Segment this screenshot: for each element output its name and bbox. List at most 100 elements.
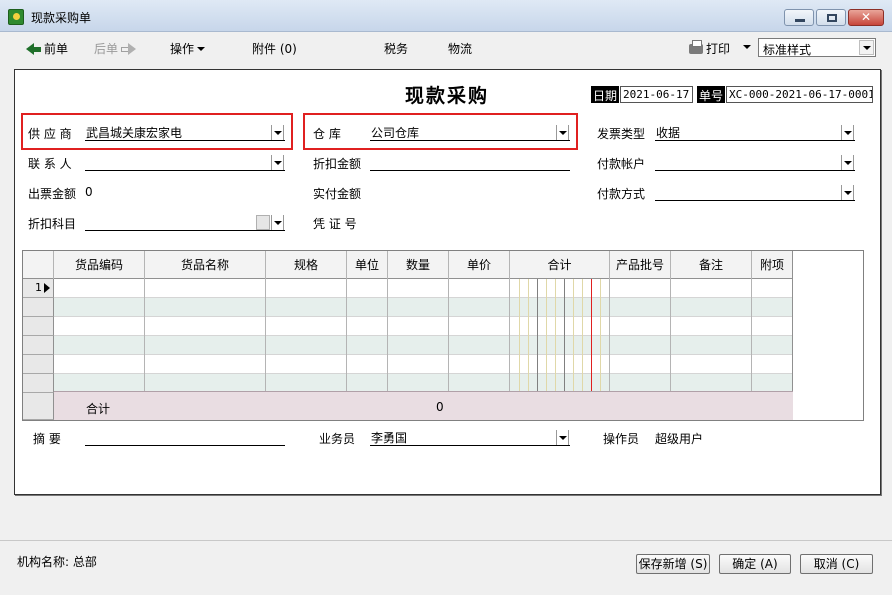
- row-header[interactable]: [23, 374, 54, 393]
- print-label: 打印: [706, 42, 731, 56]
- highlight-supplier: [21, 113, 293, 150]
- highlight-warehouse: [303, 113, 578, 150]
- table-row[interactable]: [54, 355, 793, 374]
- col-header[interactable]: 产品批号: [610, 251, 671, 279]
- col-header[interactable]: 备注: [671, 251, 752, 279]
- chevron-down-icon[interactable]: [271, 215, 284, 230]
- chevron-down-icon[interactable]: [556, 430, 569, 445]
- row-header[interactable]: 1: [23, 279, 54, 298]
- payment-account-select[interactable]: [655, 153, 855, 171]
- table-row[interactable]: [54, 336, 793, 355]
- app-icon: [8, 9, 24, 25]
- salesperson-label: 业务员: [319, 432, 356, 446]
- number-field[interactable]: XC-000-2021-06-17-0001: [726, 86, 873, 103]
- print-button[interactable]: 打印: [689, 40, 730, 57]
- row-header[interactable]: [23, 336, 54, 355]
- col-header[interactable]: 货品编码: [54, 251, 145, 279]
- close-button[interactable]: ✕: [848, 9, 884, 26]
- payment-account-label: 付款帐户: [597, 157, 646, 171]
- minimize-button[interactable]: [784, 9, 814, 26]
- discount-subject-select[interactable]: [85, 213, 285, 231]
- form-title: 现款采购: [405, 85, 490, 107]
- prev-button[interactable]: 前单: [26, 40, 68, 57]
- invoice-amount-label: 出票金额: [28, 187, 77, 201]
- current-row-pointer-icon: [44, 283, 50, 293]
- operator-label: 操作员: [603, 432, 640, 446]
- grid-header: 货品编码 货品名称 规格 单位 数量 单价 合计 产品批号 备注 附项: [23, 251, 793, 279]
- summary-field[interactable]: [85, 428, 285, 446]
- summary-label: 摘 要: [33, 432, 61, 446]
- table-row[interactable]: [54, 279, 793, 298]
- chevron-down-icon[interactable]: [841, 185, 854, 200]
- col-header[interactable]: 单位: [347, 251, 388, 279]
- col-header[interactable]: 规格: [266, 251, 347, 279]
- tax-button[interactable]: 税务: [384, 40, 408, 57]
- grid-corner: [23, 251, 54, 279]
- col-header[interactable]: 单价: [449, 251, 510, 279]
- payment-method-select[interactable]: [655, 183, 855, 201]
- arrow-left-icon: [26, 43, 34, 55]
- form-panel: 现款采购 日期 2021-06-17 单号 XC-000-2021-06-17-…: [14, 69, 881, 495]
- discount-amount-label: 折扣金额: [313, 157, 362, 171]
- contact-select[interactable]: [85, 153, 285, 171]
- printer-icon: [689, 40, 703, 54]
- close-icon: ✕: [861, 10, 872, 24]
- print-style-select[interactable]: 标准样式: [758, 38, 876, 57]
- chevron-down-icon[interactable]: [271, 155, 284, 170]
- salesperson-value: 李勇国: [371, 431, 408, 445]
- items-grid[interactable]: 货品编码 货品名称 规格 单位 数量 单价 合计 产品批号 备注 附项 1 合计…: [22, 250, 864, 421]
- lookup-icon[interactable]: [256, 215, 270, 230]
- table-row[interactable]: [54, 317, 793, 336]
- row-header[interactable]: [23, 355, 54, 374]
- col-header[interactable]: 数量: [388, 251, 449, 279]
- minimize-icon: [795, 19, 805, 22]
- org-name: 机构名称: 总部: [17, 555, 97, 569]
- contact-label: 联 系 人: [28, 157, 72, 171]
- maximize-icon: [827, 14, 837, 22]
- operation-label: 操作: [170, 42, 195, 56]
- attachment-button[interactable]: 附件 (0): [252, 40, 297, 57]
- row-number: 1: [35, 281, 42, 294]
- chevron-down-icon: [743, 45, 751, 49]
- next-label: 后单: [94, 42, 119, 56]
- window-title: 现款采购单: [31, 11, 92, 25]
- row-header[interactable]: [23, 317, 54, 336]
- col-header[interactable]: 合计: [510, 251, 610, 279]
- payment-method-label: 付款方式: [597, 187, 646, 201]
- print-dropdown[interactable]: [740, 40, 751, 54]
- salesperson-select[interactable]: 李勇国: [370, 428, 570, 446]
- discount-subject-label: 折扣科目: [28, 217, 77, 231]
- invoice-type-value: 收据: [656, 126, 681, 140]
- next-button[interactable]: 后单: [94, 40, 137, 57]
- table-row[interactable]: [54, 298, 793, 317]
- title-bar: 现款采购单 ✕: [0, 0, 892, 32]
- divider: [0, 540, 892, 541]
- col-header[interactable]: 货品名称: [145, 251, 266, 279]
- total-label: 合计: [86, 402, 111, 416]
- toolbar: 前单 后单 操作 附件 (0) 税务 物流 打印 标准样式: [8, 34, 884, 62]
- col-header[interactable]: 附项: [752, 251, 793, 279]
- date-label: 日期: [591, 86, 620, 103]
- total-row: 合计 0: [54, 391, 793, 420]
- chevron-down-icon[interactable]: [859, 40, 874, 55]
- row-header[interactable]: [23, 298, 54, 317]
- save-new-button[interactable]: 保存新增 (S): [636, 554, 710, 574]
- invoice-amount-value: 0: [85, 185, 93, 199]
- invoice-type-label: 发票类型: [597, 127, 646, 141]
- operator-value: 超级用户: [655, 432, 704, 446]
- chevron-down-icon[interactable]: [841, 125, 854, 140]
- chevron-down-icon[interactable]: [841, 155, 854, 170]
- arrow-right-icon: [128, 43, 137, 55]
- confirm-button[interactable]: 确定 (A): [719, 554, 791, 574]
- logistics-button[interactable]: 物流: [448, 40, 472, 57]
- discount-amount-field[interactable]: [370, 153, 570, 171]
- row-header: [23, 393, 54, 420]
- chevron-down-icon: [197, 47, 206, 51]
- date-field[interactable]: 2021-06-17: [620, 86, 693, 103]
- maximize-button[interactable]: [816, 9, 846, 26]
- print-style-value: 标准样式: [763, 43, 812, 57]
- prev-label: 前单: [44, 42, 69, 56]
- invoice-type-select[interactable]: 收据: [655, 123, 855, 141]
- operation-menu[interactable]: 操作: [170, 40, 206, 57]
- cancel-button[interactable]: 取消 (C): [800, 554, 873, 574]
